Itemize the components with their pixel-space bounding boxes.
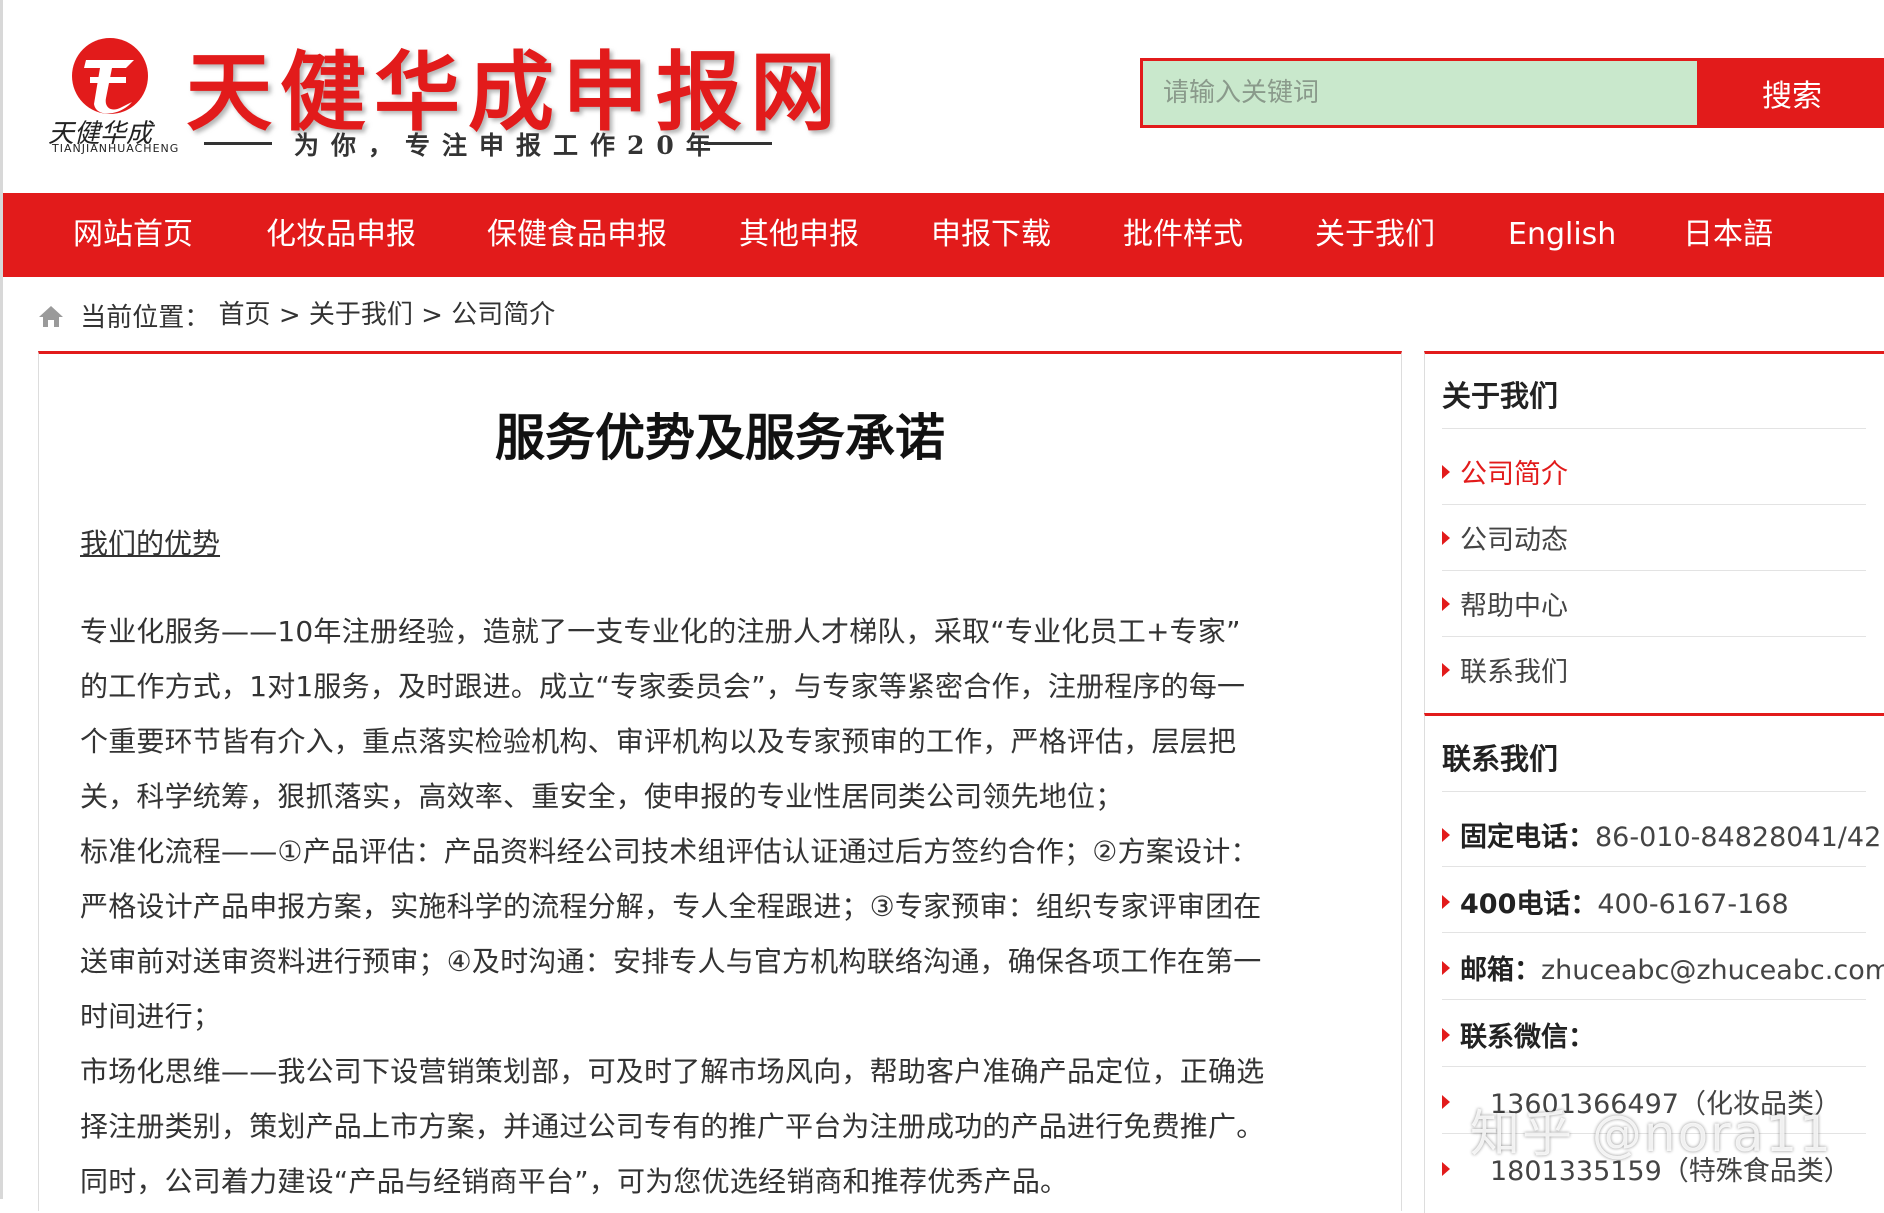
caret-right-icon	[1442, 662, 1450, 677]
contact-400-phone: 400电话：400-6167-168	[1442, 882, 1789, 921]
article-line: 严格设计产品申报方案，实施科学的流程分解，专人全程跟进；③专家预审：组织专家评审…	[80, 890, 1262, 923]
article-line: 的工作方式，1对1服务，及时跟进。成立“专家委员会”，与专家等紧密合作，注册程序…	[80, 670, 1246, 703]
article-line: 同时，公司着力建设“产品与经销商平台”，可为您优选经销商和推荐优秀产品。	[80, 1165, 1069, 1198]
nav-item-japanese[interactable]: 日本語	[1683, 193, 1773, 277]
caret-right-icon	[1442, 960, 1450, 975]
breadcrumb-separator: >	[278, 300, 309, 331]
article-line: 个重要环节皆有介入，重点落实检验机构、审评机构以及专家预审的工作，严格评估，层层…	[80, 725, 1237, 758]
main-nav: 网站首页 化妆品申报 保健食品申报 其他申报 申报下载 批件样式 关于我们 En…	[3, 193, 1884, 277]
home-icon	[39, 305, 63, 327]
contact-wechat: 联系微信：	[1442, 1015, 1595, 1054]
section-heading: 我们的优势	[80, 527, 221, 560]
article-line: 专业化服务——10年注册经验，造就了一支专业化的注册人才梯队，采取“专业化员工+…	[80, 615, 1241, 648]
divider	[1442, 428, 1866, 429]
nav-item-approvals[interactable]: 批件样式	[1123, 193, 1243, 277]
search-button[interactable]: 搜索	[1700, 58, 1884, 128]
breadcrumb: 当前位置： 首页 > 关于我们 > 公司简介	[38, 294, 555, 334]
divider	[1442, 1066, 1866, 1067]
divider	[1442, 932, 1866, 933]
contact-phone: 固定电话：86-010-84828041/42	[1442, 815, 1881, 854]
divider	[1442, 999, 1866, 1000]
article-line: 送审前对送审资料进行预审；④及时沟通：安排专人与官方机构联络沟通，确保各项工作在…	[80, 945, 1262, 978]
breadcrumb-separator: >	[421, 300, 452, 331]
logo-caption: TIANJIANHUACHENG	[52, 142, 180, 155]
nav-item-english[interactable]: English	[1508, 193, 1616, 277]
divider	[1442, 636, 1866, 637]
divider	[1442, 504, 1866, 505]
breadcrumb-current[interactable]: 公司简介	[451, 300, 555, 330]
caret-right-icon	[1442, 1094, 1450, 1109]
slogan-rule-left	[204, 142, 272, 145]
sidebar-contact-title: 联系我们	[1442, 742, 1559, 776]
site-header: 天健华成 TIANJIANHUACHENG 天健华成申报网 为你，专注申报工作2…	[0, 0, 1884, 193]
article-title: 服务优势及服务承诺	[495, 409, 945, 467]
article-line: 择注册类别，策划产品上市方案，并通过公司专有的推广平台为注册成功的产品进行免费推…	[80, 1110, 1265, 1143]
nav-item-other[interactable]: 其他申报	[739, 193, 859, 277]
caret-right-icon	[1442, 1027, 1450, 1042]
divider	[1442, 570, 1866, 571]
watermark: 知乎 @nora11	[1470, 1105, 1833, 1163]
article-line: 关，科学统筹，狠抓落实，高效率、重安全，使申报的专业性居同类公司领先地位；	[80, 780, 1124, 813]
nav-item-home[interactable]: 网站首页	[73, 193, 193, 277]
caret-right-icon	[1442, 1161, 1450, 1176]
caret-right-icon	[1442, 530, 1450, 545]
nav-item-about[interactable]: 关于我们	[1315, 193, 1435, 277]
nav-item-downloads[interactable]: 申报下载	[931, 193, 1051, 277]
slogan: 为你，专注申报工作20年	[294, 131, 723, 160]
sidebar-item-company-intro[interactable]: 公司简介	[1442, 452, 1568, 491]
article-line: 市场化思维——我公司下设营销策划部，可及时了解市场风向，帮助客户准确产品定位，正…	[80, 1055, 1265, 1088]
sidebar-about-title: 关于我们	[1442, 379, 1559, 413]
sidebar-item-help-center[interactable]: 帮助中心	[1442, 584, 1568, 623]
breadcrumb-prefix: 当前位置：	[80, 303, 211, 333]
caret-right-icon	[1442, 596, 1450, 611]
divider	[1442, 791, 1866, 792]
search-input[interactable]	[1140, 58, 1700, 128]
contact-email[interactable]: 邮箱：zhuceabc@zhuceabc.com	[1442, 948, 1884, 987]
caret-right-icon	[1442, 464, 1450, 479]
article-line: 时间进行；	[80, 1000, 222, 1033]
nav-item-cosmetics[interactable]: 化妆品申报	[266, 193, 416, 277]
nav-item-health-food[interactable]: 保健食品申报	[487, 193, 667, 277]
caret-right-icon	[1442, 827, 1450, 842]
breadcrumb-section-link[interactable]: 关于我们	[309, 300, 413, 330]
sidebar-item-company-news[interactable]: 公司动态	[1442, 518, 1568, 557]
slogan-rule-right	[704, 142, 772, 145]
article-line: 标准化流程——①产品评估：产品资料经公司技术组评估认证通过后方签约合作；②方案设…	[80, 835, 1259, 868]
breadcrumb-home-link[interactable]: 首页	[219, 300, 271, 330]
caret-right-icon	[1442, 894, 1450, 909]
divider	[1442, 866, 1866, 867]
sidebar-item-contact-us[interactable]: 联系我们	[1442, 650, 1568, 689]
